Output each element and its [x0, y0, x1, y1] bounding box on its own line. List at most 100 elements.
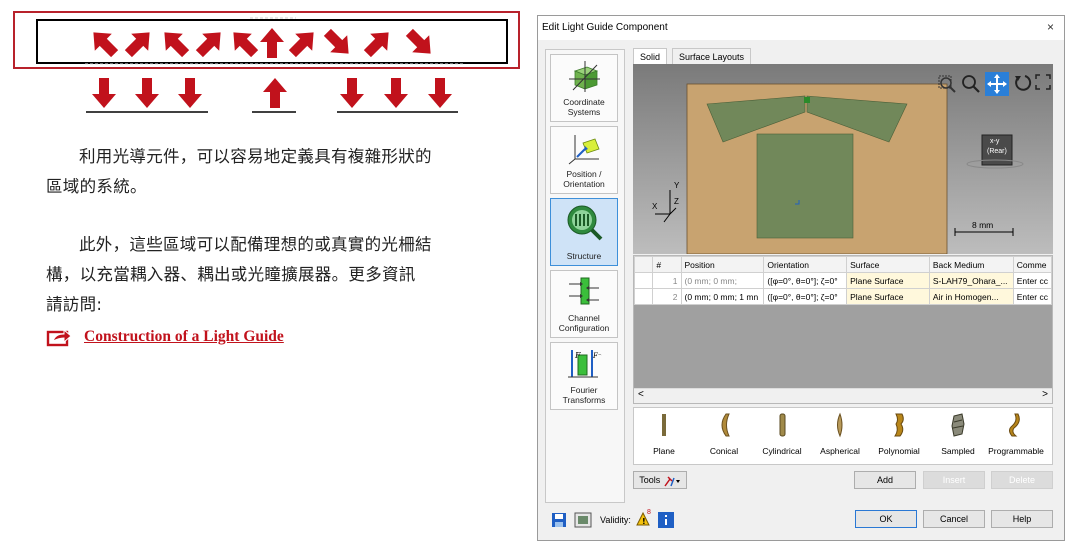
table-cell[interactable]: Plane Surface — [846, 272, 930, 289]
surface-programmable[interactable]: Programmable — [984, 412, 1048, 456]
surface-label: Plane — [653, 446, 675, 456]
svg-text:F: F — [574, 351, 581, 360]
warning-icon[interactable]: ! — [636, 511, 654, 529]
arrow-up-right — [283, 23, 323, 63]
rotate-icon[interactable] — [1013, 73, 1033, 93]
ok-button[interactable]: OK — [855, 510, 917, 528]
view-cube-sublabel: (Rear) — [987, 148, 1007, 155]
sidebar-item-channel-configuration[interactable]: Channel Configuration — [550, 270, 618, 338]
add-button[interactable]: Add — [854, 471, 916, 489]
dialog-title: Edit Light Guide Component — [542, 22, 668, 33]
cancel-button[interactable]: Cancel — [923, 510, 985, 528]
help-button[interactable]: Help — [991, 510, 1053, 528]
delete-button[interactable]: Delete — [991, 471, 1053, 489]
sidebar-label: Position / Orientation — [563, 169, 605, 189]
scroll-left-icon[interactable]: < — [638, 389, 644, 400]
validity-count: 8 — [647, 509, 651, 516]
programmable-surface-icon — [1009, 413, 1020, 437]
table-cell[interactable]: Enter cc — [1012, 288, 1052, 305]
axis-z-label: Z — [674, 197, 679, 206]
save-icon[interactable] — [551, 512, 567, 528]
col-header — [634, 256, 654, 273]
validity-label: Validity: — [600, 515, 631, 525]
scroll-right-icon[interactable]: > — [1042, 389, 1048, 400]
fourier-icon: F F⁻¹ — [568, 350, 602, 378]
horizontal-scrollbar[interactable]: < > — [634, 388, 1052, 403]
surface-polynomial[interactable]: Polynomial — [872, 412, 926, 456]
zoom-icon[interactable] — [961, 74, 981, 94]
arrow-diagram — [13, 11, 520, 113]
position-icon — [568, 135, 600, 165]
zoom-window-icon[interactable] — [937, 74, 957, 94]
surface-type-panel: Plane Conical Cylindrical Aspherical Pol… — [633, 407, 1053, 465]
table-cell[interactable]: ([φ=0°, θ=0°]; ζ=0° — [763, 288, 848, 305]
table-cell[interactable]: ([φ=0°, θ=0°]; ζ=0° — [763, 272, 848, 289]
sidebar-item-position-orientation[interactable]: Position / Orientation — [550, 126, 618, 194]
construction-link[interactable]: Construction of a Light Guide — [84, 328, 284, 346]
arrow-down-right — [190, 23, 230, 63]
table-cell[interactable]: (0 mm; 0 mm; — [680, 272, 765, 289]
view-cube-label: x-y — [990, 138, 1000, 145]
table-cell[interactable]: Plane Surface — [846, 288, 930, 305]
catalog-icon[interactable] — [574, 512, 592, 528]
edit-light-guide-dialog: Edit Light Guide Component × Coordinate … — [537, 15, 1065, 541]
sidebar-label: Coordinate Systems — [563, 97, 605, 117]
cylindrical-surface-icon — [779, 413, 786, 437]
arrow-down-right — [318, 23, 358, 63]
table-cell[interactable]: Enter cc — [1012, 272, 1052, 289]
col-header: Comme — [1012, 256, 1052, 273]
sidebar-label: Channel Configuration — [558, 313, 610, 333]
channel-icon — [569, 277, 599, 305]
surface-cylindrical[interactable]: Cylindrical — [754, 412, 810, 456]
pan-icon[interactable] — [985, 72, 1009, 96]
paragraph-1: 利用光導元件，可以容易地定義具有複雜形狀的 區域的系統。 — [46, 142, 516, 202]
fit-view-icon[interactable] — [1035, 74, 1051, 90]
arrow-up-left — [224, 23, 264, 63]
para1-line2: 區域的系統。 — [46, 177, 147, 196]
table-cell: 2 — [652, 288, 682, 305]
3d-viewport[interactable]: Y X Z x-y (Rear) 8 mm — [633, 64, 1053, 254]
table-cell[interactable]: S-LAH79_Ohara_... — [928, 272, 1014, 289]
table-row[interactable]: 2 (0 mm; 0 mm; 1 mn ([φ=0°, θ=0°]; ζ=0° … — [634, 288, 1052, 305]
svg-text:!: ! — [642, 517, 646, 526]
sidebar-item-fourier-transforms[interactable]: F F⁻¹ Fourier Transforms — [550, 342, 618, 410]
close-icon[interactable]: × — [1047, 20, 1054, 34]
sidebar-item-structure[interactable]: Structure — [550, 198, 618, 266]
sidebar-label: Structure — [566, 251, 602, 261]
para1-line1: 利用光導元件，可以容易地定義具有複雜形狀的 — [79, 147, 432, 166]
para2-line3: 請訪問: — [46, 295, 103, 314]
surface-table: # Position Orientation Surface Back Medi… — [633, 255, 1053, 404]
surface-label: Cylindrical — [762, 446, 802, 456]
surface-plane[interactable]: Plane — [649, 412, 679, 456]
surface-sampled[interactable]: Sampled — [934, 412, 982, 456]
arrow-up-right — [358, 23, 398, 63]
lower-arrows — [92, 78, 452, 108]
lower-body — [756, 133, 854, 239]
arrow-down-right — [119, 23, 159, 63]
arrow-up-left — [155, 23, 195, 63]
tab-surface-layouts[interactable]: Surface Layouts — [672, 48, 752, 65]
insert-button[interactable]: Insert — [923, 471, 985, 489]
tools-button[interactable]: Tools — [633, 471, 687, 489]
sidebar: Coordinate Systems Position / Orientatio… — [545, 49, 625, 503]
table-cell[interactable]: (0 mm; 0 mm; 1 mn — [680, 288, 765, 305]
surface-label: Sampled — [941, 446, 975, 456]
surface-label: Programmable — [988, 446, 1044, 456]
col-header: Position — [680, 256, 765, 273]
col-header: # — [652, 256, 682, 273]
table-row[interactable]: 1 (0 mm; 0 mm; ([φ=0°, θ=0°]; ζ=0° Plane… — [634, 272, 1052, 289]
table-cell[interactable]: Air in Homogen... — [928, 288, 1014, 305]
dialog-titlebar: Edit Light Guide Component × — [538, 16, 1064, 40]
surface-label: Aspherical — [820, 446, 860, 456]
para2-line2: 構，以充當耦入器、耦出或光瞳擴展器。更多資訊 — [46, 265, 416, 284]
link-row[interactable]: Construction of a Light Guide — [46, 325, 284, 349]
surface-conical[interactable]: Conical — [704, 412, 744, 456]
share-arrow-icon — [46, 328, 72, 347]
conical-surface-icon — [721, 413, 730, 437]
surface-label: Polynomial — [878, 446, 920, 456]
polynomial-surface-icon — [894, 413, 904, 437]
surface-aspherical[interactable]: Aspherical — [814, 412, 866, 456]
sidebar-item-coordinate-systems[interactable]: Coordinate Systems — [550, 54, 618, 122]
info-icon[interactable] — [658, 512, 674, 528]
upper-arrows — [84, 23, 440, 63]
